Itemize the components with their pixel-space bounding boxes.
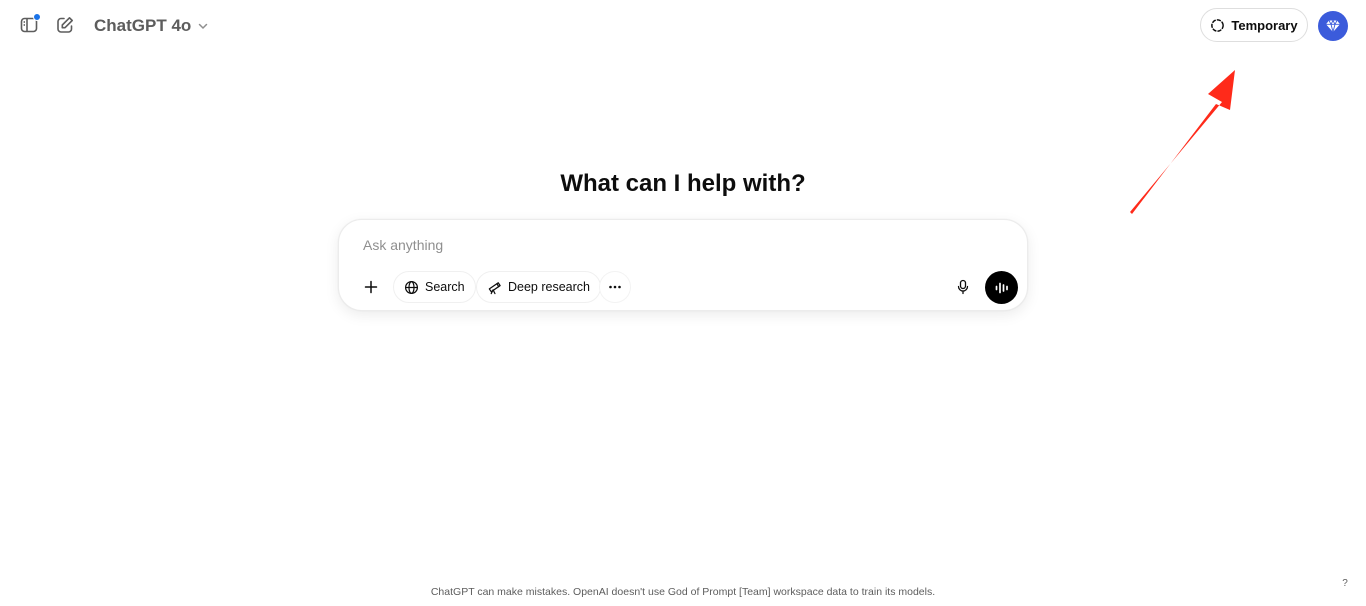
temporary-label: Temporary [1231,17,1298,33]
deep-research-button[interactable]: Deep research [476,271,601,303]
voice-mode-button[interactable] [985,271,1018,304]
chevron-down-icon [199,23,208,30]
new-chat-button[interactable] [51,11,79,39]
disclaimer-text: ChatGPT can make mistakes. OpenAI doesn'… [430,586,936,598]
diamond-icon [1326,19,1340,34]
plus-icon [364,280,378,294]
prompt-input[interactable] [363,234,963,256]
search-label: Search [425,280,465,294]
microphone-icon [957,279,969,295]
telescope-icon [488,281,501,294]
page-title: What can I help with? [560,170,806,197]
top-bar: ChatGPT 4o Temporary [0,0,1366,52]
attach-button[interactable] [355,271,387,303]
dictate-button[interactable] [951,275,975,299]
help-button[interactable]: ? [1339,578,1351,592]
notification-dot [33,13,41,21]
chatgpt-page: ChatGPT 4o Temporary What can I help wit… [0,0,1366,606]
more-tools-button[interactable] [599,271,631,303]
model-selector[interactable]: ChatGPT 4o [86,12,217,40]
temporary-chat-icon [1211,18,1225,32]
globe-icon [404,280,419,294]
model-name: ChatGPT 4o [94,16,192,35]
prompt-composer: Search Deep research [338,219,1028,311]
sidebar-toggle-button[interactable] [15,11,43,39]
avatar[interactable] [1318,11,1348,41]
search-button[interactable]: Search [393,271,476,303]
new-chat-icon [57,17,73,33]
annotation-arrow [1130,70,1235,214]
temporary-chat-button[interactable]: Temporary [1200,8,1308,42]
more-icon [609,285,621,289]
voice-mode-icon [995,282,1008,293]
deep-research-label: Deep research [508,280,590,294]
